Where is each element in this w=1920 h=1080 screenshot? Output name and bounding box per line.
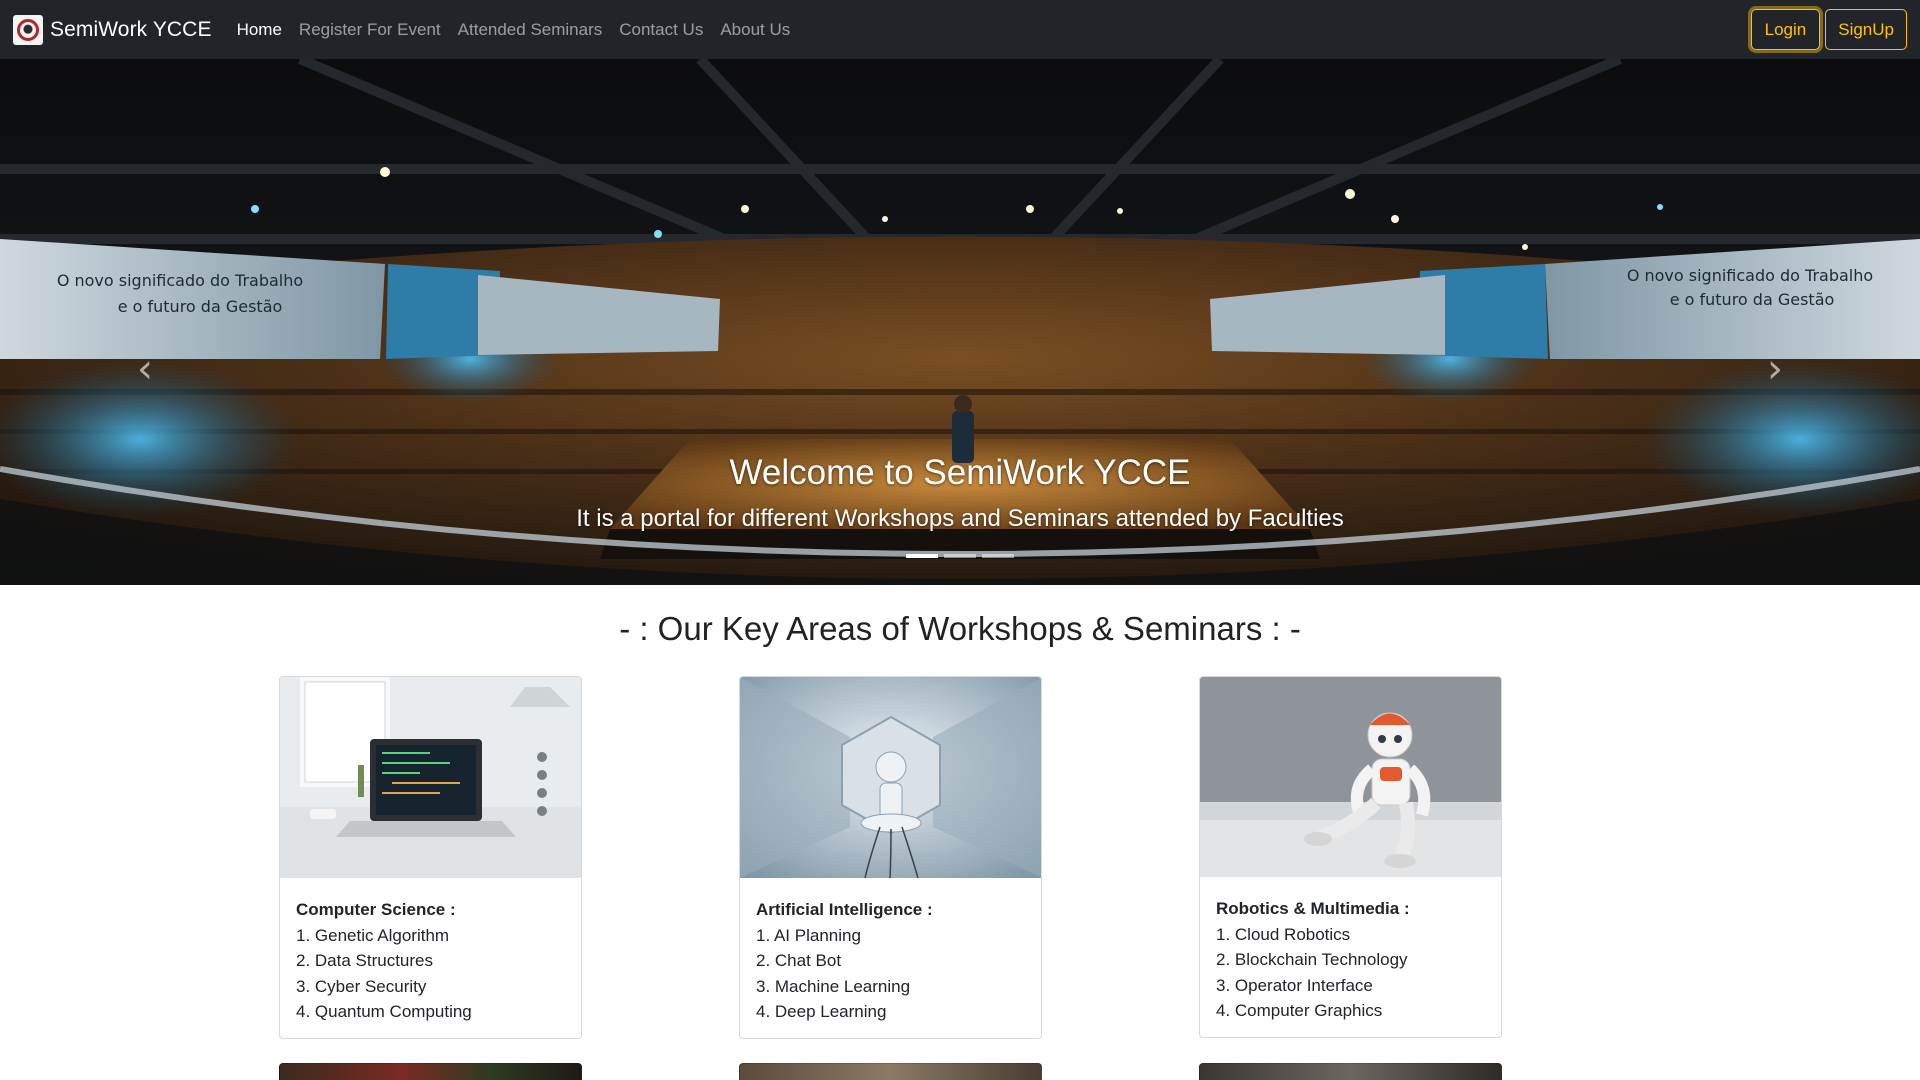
nav-link-attended-seminars[interactable]: Attended Seminars: [458, 20, 603, 40]
list-item: 1. Genetic Algorithm: [296, 925, 450, 945]
card-topic-list: 1. Genetic Algorithm 2. Data Structures …: [296, 923, 565, 1025]
carousel-indicators: [0, 554, 1920, 558]
card-heading: Artificial Intelligence :: [756, 900, 933, 919]
list-item: 3. Machine Learning: [756, 976, 911, 996]
card-image-laptop: [280, 677, 581, 878]
card-image-humanoid-robot: [1200, 677, 1501, 877]
carousel-indicator-1[interactable]: [906, 554, 938, 558]
college-logo: [13, 14, 43, 45]
list-item: 2. Chat Bot: [756, 951, 842, 970]
navbar: SemiWork YCCE Home Register For Event At…: [0, 0, 1920, 59]
carousel-indicator-2[interactable]: [944, 554, 976, 558]
card-partial-3: [1199, 1063, 1502, 1080]
nav-link-contact-us[interactable]: Contact Us: [619, 20, 703, 40]
card-artificial-intelligence: Artificial Intelligence : 1. AI Planning…: [739, 676, 1042, 1039]
carousel-prev-button[interactable]: ‹: [130, 349, 160, 389]
nav-link-about-us[interactable]: About Us: [720, 20, 790, 40]
nav-links: Home Register For Event Attended Seminar…: [237, 20, 808, 40]
auth-buttons: Login SignUp: [1750, 9, 1907, 50]
carousel-indicator-3[interactable]: [982, 554, 1014, 558]
hero-title: Welcome to SemiWork YCCE: [729, 453, 1191, 492]
card-heading: Robotics & Multimedia :: [1216, 899, 1410, 918]
list-item: 4. Quantum Computing: [296, 1002, 472, 1021]
brand-link[interactable]: SemiWork YCCE: [13, 14, 212, 45]
list-item: 2. Blockchain Technology: [1216, 950, 1408, 969]
brand-name: SemiWork YCCE: [50, 17, 212, 41]
screen-left-text-2: e o futuro da Gestão: [118, 297, 283, 316]
hero-carousel: O novo significado do Trabalho e o futur…: [0, 59, 1920, 585]
list-item: 3. Cyber Security: [296, 976, 427, 996]
card-topic-list: 1. Cloud Robotics 2. Blockchain Technolo…: [1216, 922, 1485, 1024]
chevron-left-icon: ‹: [137, 346, 153, 392]
list-item: 4. Computer Graphics: [1216, 1001, 1383, 1020]
screen-right-text-1: O novo significado do Trabalho: [1627, 266, 1873, 285]
list-item: 1. Cloud Robotics: [1216, 924, 1351, 944]
card-topic-list: 1. AI Planning 2. Chat Bot 3. Machine Le…: [756, 923, 1025, 1025]
login-button[interactable]: Login: [1750, 9, 1821, 50]
nav-link-register-for-event[interactable]: Register For Event: [299, 20, 441, 40]
section-title: - : Our Key Areas of Workshops & Seminar…: [619, 610, 1301, 647]
card-partial-1: [279, 1063, 582, 1080]
screen-left-text-1: O novo significado do Trabalho: [57, 271, 303, 290]
chevron-right-icon: ›: [1767, 346, 1783, 392]
card-image-robot-meditating: [740, 677, 1041, 878]
carousel-next-button[interactable]: ›: [1760, 349, 1790, 389]
list-item: 2. Data Structures: [296, 951, 434, 970]
card-partial-2: [739, 1063, 1042, 1080]
list-item: 3. Operator Interface: [1216, 975, 1373, 995]
nav-link-home[interactable]: Home: [237, 20, 282, 40]
hero-subtitle: It is a portal for different Workshops a…: [576, 505, 1344, 532]
screen-right-text-2: e o futuro da Gestão: [1670, 290, 1835, 309]
list-item: 4. Deep Learning: [756, 1002, 887, 1021]
card-heading: Computer Science :: [296, 900, 456, 919]
signup-button[interactable]: SignUp: [1825, 9, 1907, 50]
list-item: 1. AI Planning: [756, 925, 861, 945]
card-robotics-multimedia: Robotics & Multimedia : 1. Cloud Robotic…: [1199, 676, 1502, 1038]
card-computer-science: Computer Science : 1. Genetic Algorithm …: [279, 676, 582, 1039]
